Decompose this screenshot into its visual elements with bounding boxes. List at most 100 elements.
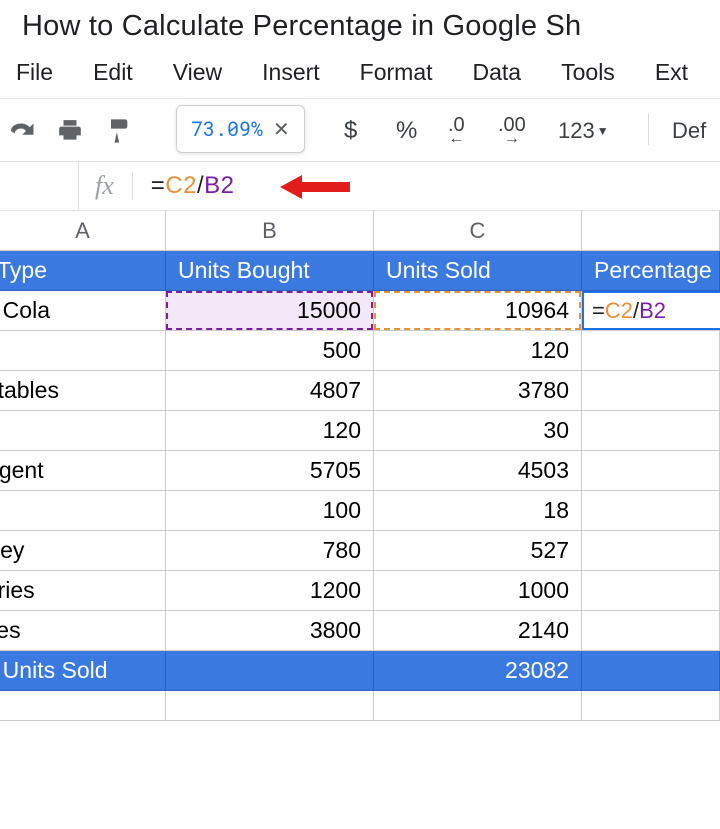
cell[interactable]: 2140 <box>374 611 582 651</box>
menu-file[interactable]: File <box>12 57 57 88</box>
table-row: iskey 780 527 <box>0 531 720 571</box>
cell[interactable]: 4503 <box>374 451 582 491</box>
cell[interactable]: 100 <box>166 491 374 531</box>
close-icon[interactable]: ✕ <box>273 117 290 142</box>
table-row: tteries 1200 1000 <box>0 571 720 611</box>
spreadsheet-grid[interactable]: A B C m Type Units Bought Units Sold Per… <box>0 211 720 731</box>
paint-format-icon[interactable] <box>104 117 132 145</box>
formula-preview-bubble: 73.09% ✕ <box>176 105 305 153</box>
column-headers: A B C <box>0 211 720 251</box>
total-label[interactable]: tal Units Sold <box>0 651 166 691</box>
menu-view[interactable]: View <box>169 57 226 88</box>
menu-edit[interactable]: Edit <box>89 57 137 88</box>
col-header-a[interactable]: A <box>0 211 166 250</box>
cell[interactable] <box>582 411 720 451</box>
cell[interactable]: getables <box>0 371 166 411</box>
cell[interactable]: 780 <box>166 531 374 571</box>
cell[interactable]: 1200 <box>166 571 374 611</box>
cell[interactable]: tergent <box>0 451 166 491</box>
header-row: m Type Units Bought Units Sold Percentag… <box>0 251 720 291</box>
header-percentage[interactable]: Percentage <box>582 251 720 291</box>
cell[interactable]: 500 <box>166 331 374 371</box>
total-units-sold[interactable]: 23082 <box>374 651 582 691</box>
cell[interactable]: 120 <box>374 331 582 371</box>
print-icon[interactable] <box>56 118 84 144</box>
formula-token-eq: = <box>151 172 166 199</box>
cell[interactable] <box>166 691 374 721</box>
cell-c2[interactable]: 10964 <box>374 291 582 331</box>
cell[interactable]: 4807 <box>166 371 374 411</box>
cell[interactable] <box>582 651 720 691</box>
menu-data[interactable]: Data <box>469 57 526 88</box>
header-units-bought[interactable]: Units Bought <box>166 251 374 291</box>
font-dropdown[interactable]: Def <box>672 118 706 144</box>
cell-b2[interactable]: 15000 <box>166 291 374 331</box>
cell[interactable] <box>582 571 720 611</box>
formula-input[interactable]: =C2/B2 <box>151 172 235 200</box>
toolbar-separator <box>648 113 649 145</box>
cell[interactable]: gs <box>0 411 166 451</box>
cell[interactable]: sues <box>0 611 166 651</box>
caret-down-icon: ▼ <box>597 124 609 138</box>
total-b[interactable] <box>166 651 374 691</box>
cell[interactable] <box>582 491 720 531</box>
cell[interactable]: ca Cola <box>0 291 166 331</box>
cell[interactable]: iskey <box>0 531 166 571</box>
separator <box>78 162 79 210</box>
table-row <box>0 691 720 731</box>
cell[interactable]: gs <box>0 331 166 371</box>
increase-decimal-button[interactable]: .00 → <box>498 117 526 146</box>
formula-bar: fx =C2/B2 <box>0 161 720 211</box>
cell[interactable]: 1000 <box>374 571 582 611</box>
col-header-c[interactable]: C <box>374 211 582 250</box>
annotation-arrow-icon <box>280 171 350 208</box>
table-row: getables 4807 3780 <box>0 371 720 411</box>
menubar: File Edit View Insert Format Data Tools … <box>0 49 720 98</box>
col-header-b[interactable]: B <box>166 211 374 250</box>
formula-token-ref1: C2 <box>605 298 633 324</box>
table-row: gs 500 120 <box>0 331 720 371</box>
formula-token-ref2: B2 <box>204 172 234 199</box>
redo-icon[interactable] <box>6 119 36 143</box>
percent-format-button[interactable]: % <box>396 117 417 145</box>
header-units-sold[interactable]: Units Sold <box>374 251 582 291</box>
cell[interactable]: 527 <box>374 531 582 571</box>
cell[interactable] <box>582 451 720 491</box>
active-cell-editor[interactable]: =C2/B2 <box>582 291 720 330</box>
cell[interactable] <box>582 531 720 571</box>
table-row: tergent 5705 4503 <box>0 451 720 491</box>
formula-token-ref2: B2 <box>639 298 666 324</box>
cell[interactable]: 3800 <box>166 611 374 651</box>
more-formats-button[interactable]: 123 ▼ <box>558 118 609 144</box>
menu-ext[interactable]: Ext <box>651 57 692 88</box>
currency-format-button[interactable]: $ <box>344 117 357 145</box>
cell[interactable] <box>582 331 720 371</box>
table-row: ca Cola 15000 10964 =C2/B2 <box>0 291 720 331</box>
arrow-left-icon: ← <box>448 133 464 146</box>
menu-tools[interactable]: Tools <box>557 57 619 88</box>
cell[interactable]: 3780 <box>374 371 582 411</box>
table-row: gs 120 30 <box>0 411 720 451</box>
menu-insert[interactable]: Insert <box>258 57 324 88</box>
cell[interactable]: tteries <box>0 571 166 611</box>
cell[interactable]: 18 <box>374 491 582 531</box>
decrease-decimal-button[interactable]: .0 ← <box>448 117 465 146</box>
cell[interactable]: 5705 <box>166 451 374 491</box>
cell[interactable] <box>0 691 166 721</box>
cell[interactable] <box>582 611 720 651</box>
cell-d2-active[interactable]: =C2/B2 <box>582 291 720 331</box>
fx-label: fx <box>95 171 114 201</box>
menu-format[interactable]: Format <box>356 57 437 88</box>
cell[interactable] <box>582 691 720 721</box>
header-item-type[interactable]: m Type <box>0 251 166 291</box>
page-title: How to Calculate Percentage in Google Sh <box>0 0 720 49</box>
col-header-d[interactable] <box>582 211 720 250</box>
formula-preview-value: 73.09% <box>191 116 263 142</box>
cell[interactable] <box>582 371 720 411</box>
table-row: ts 100 18 <box>0 491 720 531</box>
arrow-right-icon: → <box>504 133 520 146</box>
cell[interactable]: 120 <box>166 411 374 451</box>
cell[interactable]: ts <box>0 491 166 531</box>
cell[interactable]: 30 <box>374 411 582 451</box>
cell[interactable] <box>374 691 582 721</box>
